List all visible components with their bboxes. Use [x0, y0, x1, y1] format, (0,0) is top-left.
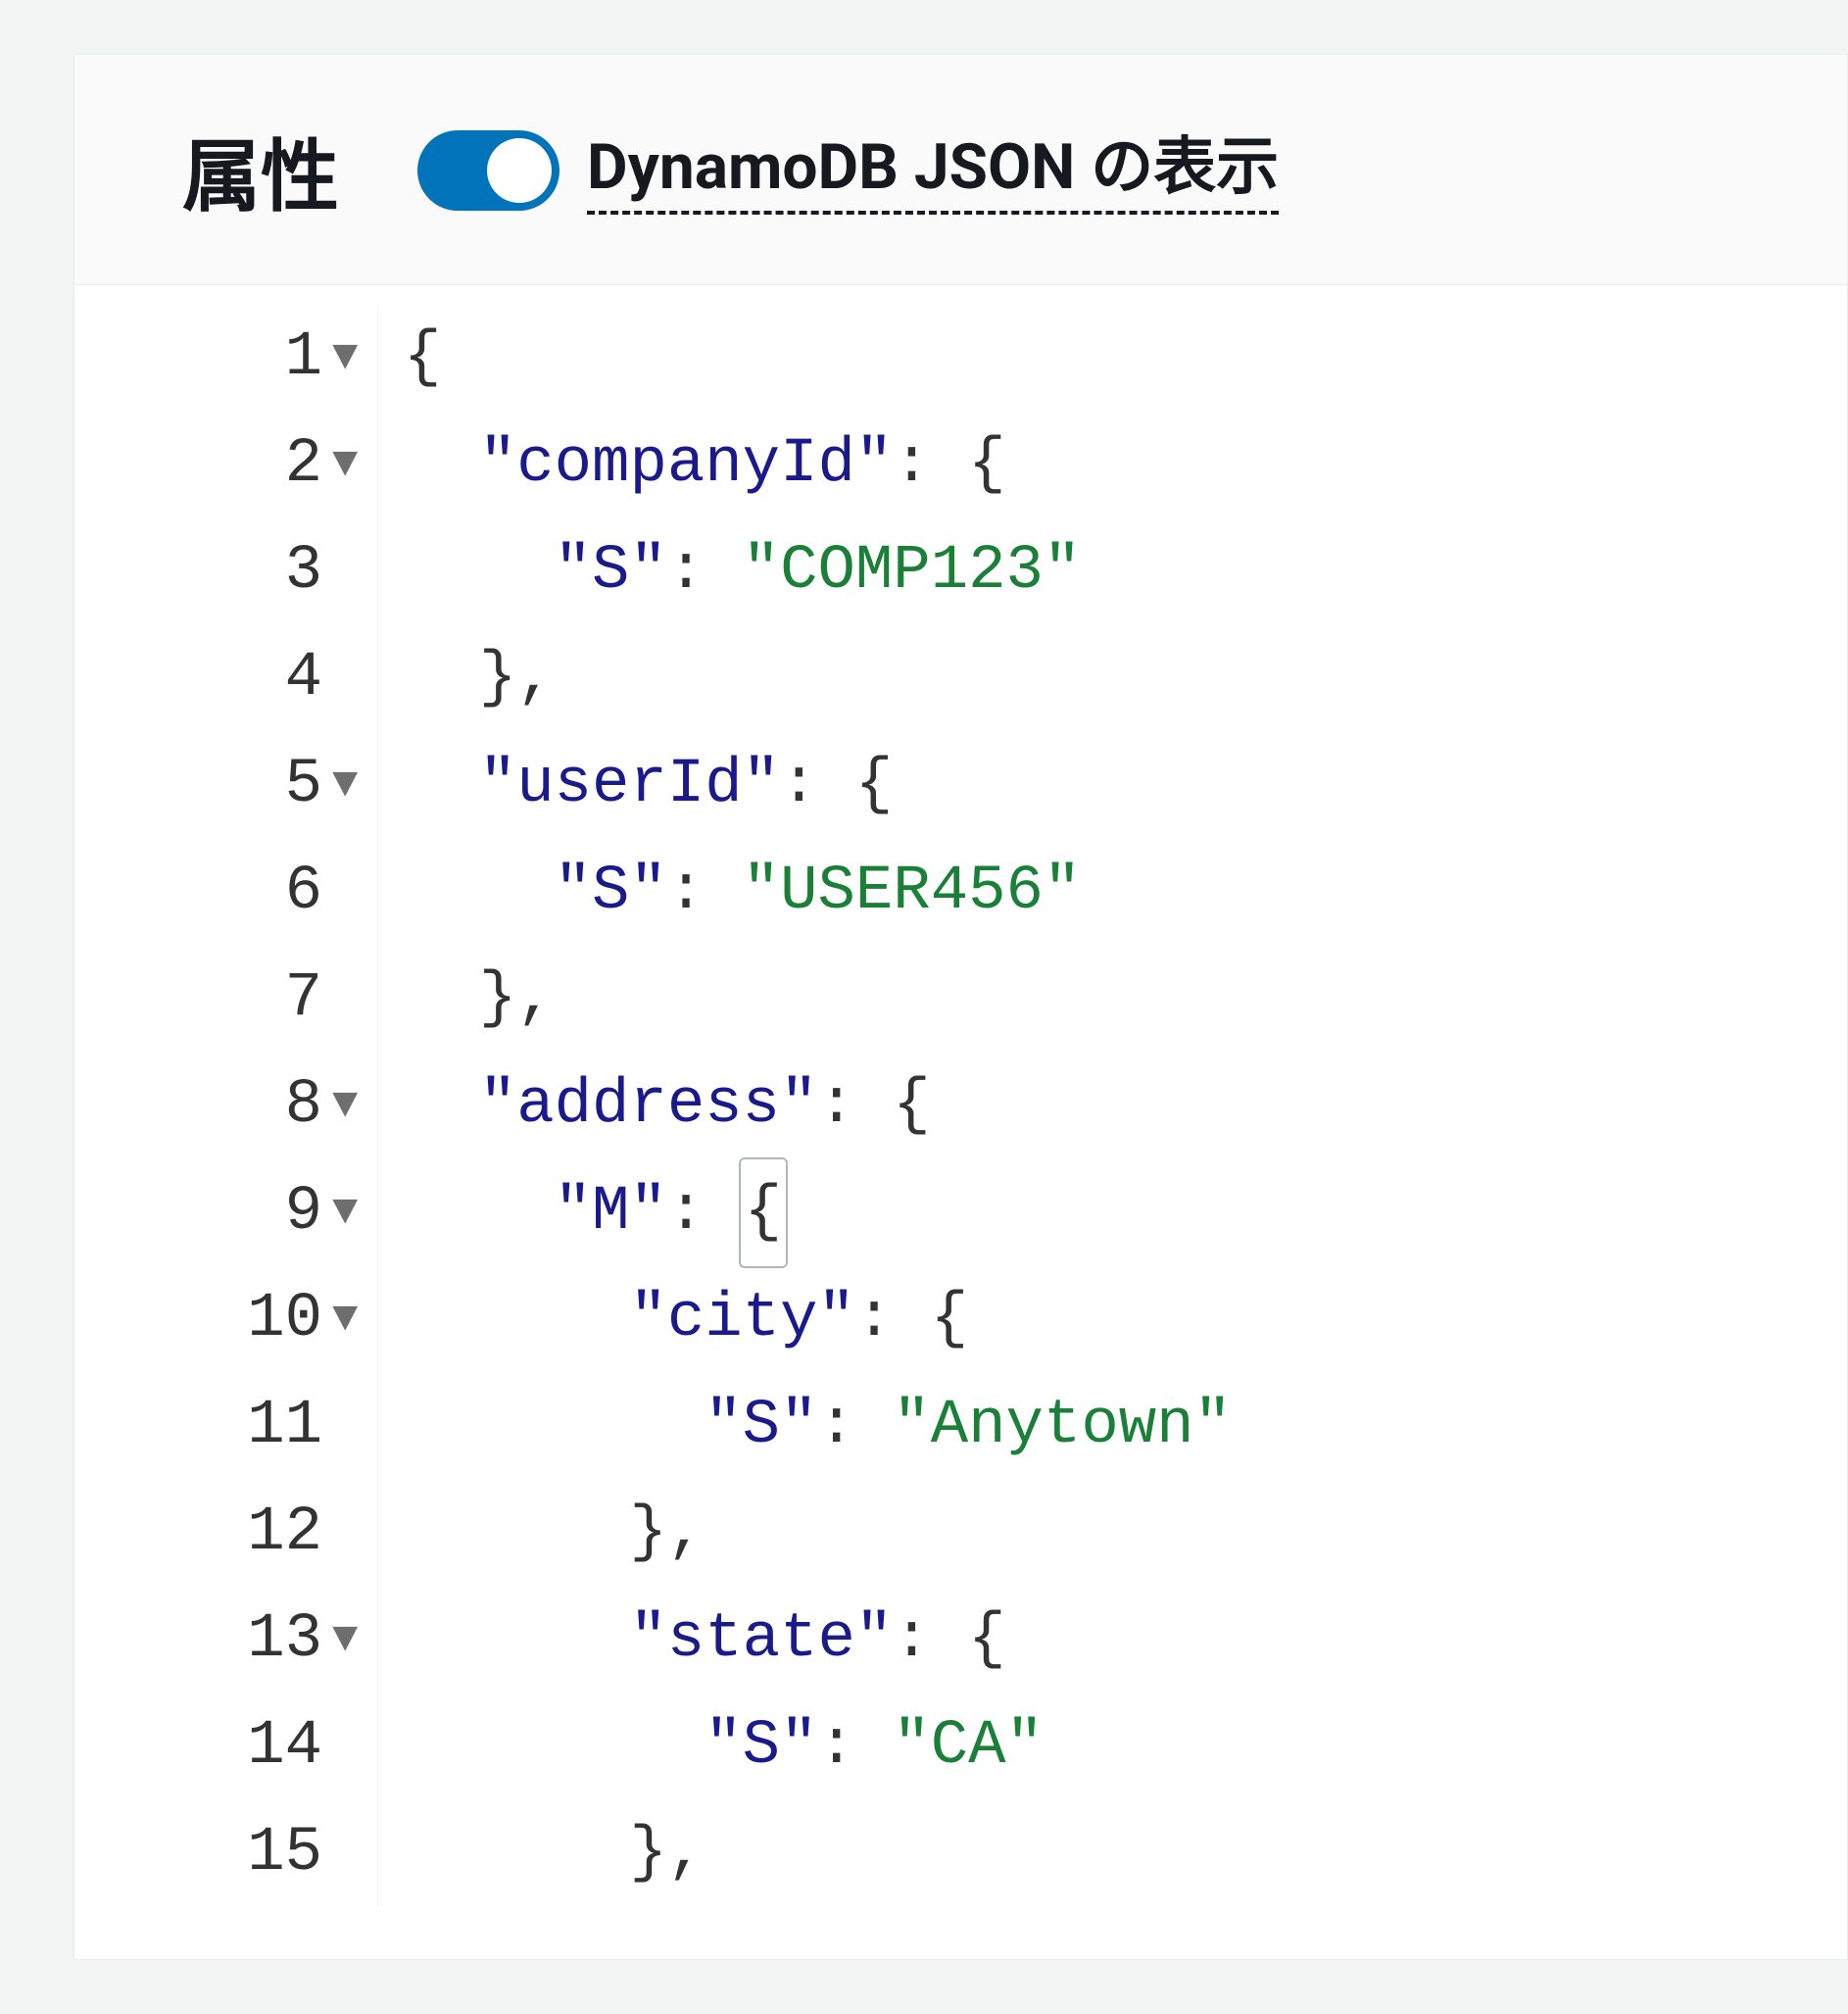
line-number: 11: [247, 1373, 322, 1480]
line-number: 9: [285, 1159, 322, 1266]
gutter-line: 7: [74, 946, 371, 1053]
code-token: :: [817, 1373, 893, 1480]
code-token: :: [667, 518, 743, 625]
code-token: {: [739, 1157, 788, 1268]
json-editor[interactable]: 1▼2▼345▼678▼9▼10▼111213▼1415 { "companyI…: [74, 285, 1847, 1907]
line-number: 4: [285, 625, 322, 732]
gutter-line: 3: [74, 518, 371, 625]
code-token: },: [629, 1480, 705, 1587]
code-line[interactable]: {: [404, 305, 1232, 412]
code-token: "city": [629, 1266, 854, 1373]
gutter-line: 5▼: [74, 732, 371, 839]
fold-marker-icon[interactable]: ▼: [332, 1176, 358, 1250]
panel-header: 属性 DynamoDB JSON の表示: [74, 55, 1847, 285]
code-token: "Anytown": [893, 1373, 1232, 1480]
fold-marker-icon[interactable]: ▼: [332, 321, 358, 395]
gutter-line: 6: [74, 839, 371, 946]
code-token: "companyId": [479, 412, 893, 518]
code-token: "userId": [479, 732, 780, 839]
gutter-line: 11: [74, 1373, 371, 1480]
code-line[interactable]: "S": "Anytown": [404, 1373, 1232, 1480]
code-line[interactable]: "S": "COMP123": [404, 518, 1232, 625]
code-token: :: [817, 1694, 893, 1800]
line-number: 5: [285, 732, 322, 839]
gutter-line: 10▼: [74, 1266, 371, 1373]
fold-marker-icon[interactable]: ▼: [332, 749, 358, 822]
gutter-line: 9▼: [74, 1159, 371, 1266]
fold-marker-icon[interactable]: ▼: [332, 428, 358, 502]
code-token: "M": [555, 1159, 667, 1266]
fold-marker-icon[interactable]: ▼: [332, 1069, 358, 1143]
code-token: "state": [629, 1587, 893, 1694]
editor-code[interactable]: { "companyId": { "S": "COMP123" }, "user…: [378, 305, 1232, 1907]
code-token: :: [667, 1159, 743, 1266]
code-token: : {: [780, 732, 893, 839]
line-number: 1: [285, 305, 322, 412]
line-number: 12: [247, 1480, 322, 1587]
gutter-line: 14: [74, 1694, 371, 1800]
line-number: 3: [285, 518, 322, 625]
json-view-toggle-label: DynamoDB JSON の表示: [587, 126, 1279, 214]
panel-title: 属性: [182, 114, 339, 227]
code-line[interactable]: "S": "CA": [404, 1694, 1232, 1800]
line-number: 15: [247, 1800, 322, 1907]
gutter-line: 4: [74, 625, 371, 732]
code-line[interactable]: "S": "USER456": [404, 839, 1232, 946]
gutter-line: 15: [74, 1800, 371, 1907]
code-token: "USER456": [743, 839, 1082, 946]
code-line[interactable]: "city": {: [404, 1266, 1232, 1373]
gutter-line: 12: [74, 1480, 371, 1587]
code-line[interactable]: "state": {: [404, 1587, 1232, 1694]
line-number: 6: [285, 839, 322, 946]
gutter-line: 2▼: [74, 412, 371, 518]
code-line[interactable]: "companyId": {: [404, 412, 1232, 518]
code-line[interactable]: },: [404, 1480, 1232, 1587]
editor-gutter: 1▼2▼345▼678▼9▼10▼111213▼1415: [74, 305, 378, 1907]
code-token: : {: [817, 1053, 930, 1159]
code-token: : {: [855, 1266, 968, 1373]
json-view-toggle-group: DynamoDB JSON の表示: [417, 126, 1279, 214]
code-token: : {: [893, 412, 1005, 518]
line-number: 10: [247, 1266, 322, 1373]
code-line[interactable]: },: [404, 1800, 1232, 1907]
code-token: },: [629, 1800, 705, 1907]
code-line[interactable]: "userId": {: [404, 732, 1232, 839]
code-line[interactable]: "address": {: [404, 1053, 1232, 1159]
code-token: : {: [893, 1587, 1005, 1694]
code-token: "S": [555, 839, 667, 946]
code-token: },: [479, 625, 555, 732]
code-line[interactable]: },: [404, 946, 1232, 1053]
code-token: "COMP123": [743, 518, 1082, 625]
gutter-line: 8▼: [74, 1053, 371, 1159]
code-token: },: [479, 946, 555, 1053]
code-token: "address": [479, 1053, 818, 1159]
line-number: 2: [285, 412, 322, 518]
code-token: {: [404, 305, 441, 412]
code-line[interactable]: "M": {: [404, 1159, 1232, 1266]
code-token: "S": [705, 1373, 817, 1480]
fold-marker-icon[interactable]: ▼: [332, 1283, 358, 1356]
json-view-toggle[interactable]: [417, 130, 559, 211]
line-number: 7: [285, 946, 322, 1053]
attributes-panel: 属性 DynamoDB JSON の表示 1▼2▼345▼678▼9▼10▼11…: [73, 54, 1848, 1960]
toggle-thumb: [487, 138, 552, 203]
line-number: 13: [247, 1587, 322, 1694]
line-number: 8: [285, 1053, 322, 1159]
code-line[interactable]: },: [404, 625, 1232, 732]
gutter-line: 1▼: [74, 305, 371, 412]
code-token: "CA": [893, 1694, 1044, 1800]
fold-marker-icon[interactable]: ▼: [332, 1603, 358, 1677]
gutter-line: 13▼: [74, 1587, 371, 1694]
code-token: "S": [555, 518, 667, 625]
code-token: :: [667, 839, 743, 946]
line-number: 14: [247, 1694, 322, 1800]
code-token: "S": [705, 1694, 817, 1800]
